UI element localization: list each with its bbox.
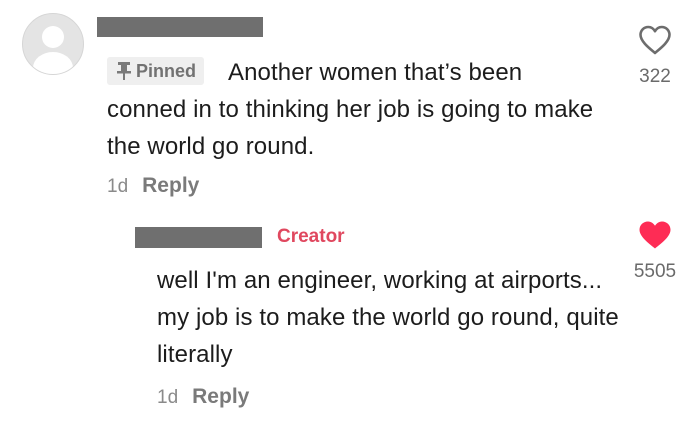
reply-reply-button[interactable]: Reply	[192, 385, 249, 409]
heart-filled-icon[interactable]	[638, 220, 672, 255]
comment-thread: Pinned Another women that’s been conned …	[0, 0, 700, 430]
comment-timestamp: 1d	[107, 176, 129, 197]
reply-button[interactable]: Reply	[142, 174, 199, 198]
reply-timestamp: 1d	[157, 387, 179, 408]
comment-text-first-line: Another women that’s been	[228, 59, 523, 86]
heart-outline-icon[interactable]	[638, 25, 672, 60]
creator-badge: Creator	[277, 226, 345, 247]
reply-meta: 1d Reply	[157, 385, 249, 409]
reply-text: well I'm an engineer, working at airport…	[157, 267, 619, 368]
like-count: 322	[639, 66, 671, 87]
comment-meta: 1d Reply	[107, 174, 199, 198]
reply-username-redacted[interactable]	[135, 227, 262, 248]
like-control: 322	[625, 25, 685, 88]
avatar[interactable]	[22, 13, 84, 75]
comment-text: Another women that’s been conned in to t…	[107, 54, 597, 165]
username-redacted[interactable]	[97, 17, 263, 37]
default-avatar-icon	[33, 26, 73, 74]
comment-text-rest: conned in to thinking her job is going t…	[107, 96, 594, 160]
reply-like-count: 5505	[633, 261, 677, 282]
reply-like-control: 5505	[622, 220, 688, 283]
